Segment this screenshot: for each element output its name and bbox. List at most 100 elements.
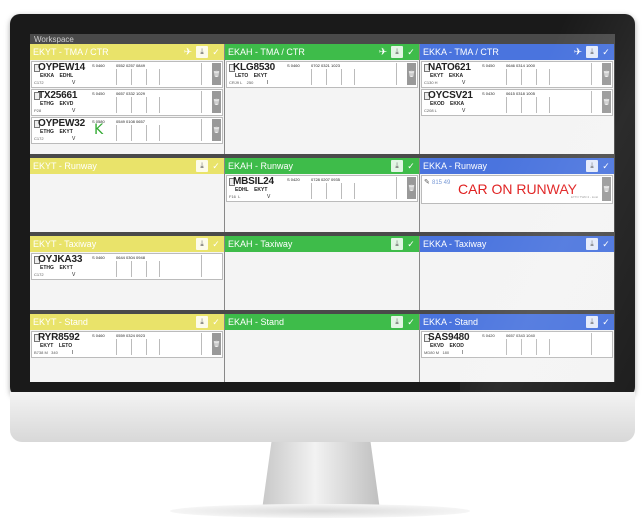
download-icon[interactable]: ⤓ (586, 46, 598, 58)
trash-icon[interactable]: 🗑 (212, 333, 221, 355)
monitor-stand (262, 442, 380, 510)
trash-icon[interactable]: 🗑 (212, 91, 221, 113)
flight-strip[interactable]: RYR8592 EKYT LETO B738 M 340 S 0460 0559… (31, 331, 223, 358)
flight-strip[interactable]: OYCSV21 EKOD EKKA C208 L S 0430 0615 031… (421, 89, 613, 116)
runway-alert-strip[interactable]: ✎ 815 49 CAR ON RUNWAY ETTO TWR-3 - loca… (421, 175, 613, 204)
bay-title: EKYT - Stand (33, 317, 88, 327)
download-icon[interactable]: ⤓ (391, 238, 403, 250)
check-icon[interactable]: ✓ (210, 238, 222, 250)
strip-tag (591, 333, 600, 355)
aircraft-type: B738 M 340 (34, 350, 58, 355)
route: EKVD EKOD (430, 343, 464, 349)
flight-rule: V (72, 136, 76, 142)
times: 0657 0343 1040 (506, 333, 535, 338)
check-icon[interactable]: ✓ (600, 238, 612, 250)
aircraft-type: P28 (34, 108, 42, 113)
callsign: TX25661 (38, 90, 78, 101)
check-icon[interactable]: ✓ (600, 160, 612, 172)
flight-strip[interactable]: OYJKA33 ETHG EKYT C172 S 0460 0644 0304 … (31, 253, 223, 280)
bay-header: EKYT - TMA / CTR ✈ ⤓ ✓ (30, 44, 224, 60)
bay-title: EKKA - TMA / CTR (423, 47, 499, 57)
download-icon[interactable]: ⤓ (196, 238, 208, 250)
flight-strip[interactable]: MBSIL24 EDHL EKYT F16 L S 0420 0728 0207… (226, 175, 418, 202)
download-icon[interactable]: ⤓ (196, 316, 208, 328)
flight-strip[interactable]: OYPEW14 EKKA EDHL C172 S 0460 0552 0257 … (31, 61, 223, 88)
callsign: OYCSV21 (428, 90, 473, 101)
trash-icon[interactable]: 🗑 (602, 63, 611, 85)
trash-icon[interactable]: 🗑 (212, 63, 221, 85)
trash-icon[interactable]: 🗑 (407, 63, 416, 85)
bay-title: EKAH - Runway (228, 161, 294, 171)
bay-ekah-stand: EKAH - Stand ⤓ ✓ (225, 314, 420, 382)
strip-grid (311, 183, 355, 199)
flight-rule: I (72, 350, 74, 356)
airplane-icon[interactable]: ✈ (377, 46, 389, 58)
bay-ekka-runway: EKKA - Runway ⤓ ✓ ✎ 815 49 CAR ON RUNWAY… (420, 158, 614, 232)
strip-tag (396, 177, 405, 199)
aircraft-type: MD80 M 180 (424, 350, 450, 355)
bay-title: EKYT - Taxiway (33, 239, 97, 249)
times: 0728 0207 0935 (311, 177, 340, 182)
check-icon[interactable]: ✓ (405, 238, 417, 250)
callsign: OYJKA33 (38, 254, 83, 265)
strip-grid (116, 97, 160, 113)
bay-header: EKYT - Taxiway ⤓ ✓ (30, 236, 224, 252)
download-icon[interactable]: ⤓ (586, 238, 598, 250)
times: 0646 0314 1000 (506, 63, 535, 68)
download-icon[interactable]: ⤓ (196, 160, 208, 172)
times: 0552 0257 0849 (116, 63, 145, 68)
trash-icon[interactable]: 🗑 (602, 91, 611, 113)
bay-title: EKKA - Runway (423, 161, 488, 171)
download-icon[interactable]: ⤓ (391, 160, 403, 172)
bay-header: EKYT - Runway ⤓ ✓ (30, 158, 224, 174)
bay-header: EKAH - Stand ⤓ ✓ (225, 314, 419, 330)
flight-rule: V (267, 194, 271, 200)
check-icon[interactable]: ✓ (210, 160, 222, 172)
airplane-icon[interactable]: ✈ (572, 46, 584, 58)
workspace-label: Workspace (34, 35, 74, 44)
bay-title: EKKA - Taxiway (423, 239, 487, 249)
squawk: S 0460 (92, 255, 105, 260)
flight-strip[interactable]: KLG8530 LETO EKYT CRJ9 L 250 S 0460 0702… (226, 61, 418, 88)
pencil-icon[interactable]: ✎ (424, 178, 430, 186)
download-icon[interactable]: ⤓ (586, 316, 598, 328)
flight-strip[interactable]: OYPEW32 ETHG EKYT C172 S 0580 0549 0108 … (31, 117, 223, 144)
alert-note: ETTO TWR-3 - local (570, 195, 598, 199)
strip-grid (506, 97, 550, 113)
times: 0702 0321 1023 (311, 63, 340, 68)
flight-strip[interactable]: TX25661 ETHG EKVD P28 S 0450 0657 0332 1… (31, 89, 223, 116)
check-icon[interactable]: ✓ (405, 316, 417, 328)
trash-icon[interactable]: 🗑 (212, 119, 221, 141)
bay-header: EKKA - TMA / CTR ✈ ⤓ ✓ (420, 44, 614, 60)
airplane-icon[interactable]: ✈ (182, 46, 194, 58)
download-icon[interactable]: ⤓ (391, 316, 403, 328)
strip-tag (201, 255, 210, 277)
strip-tag (201, 119, 210, 141)
strip-grid (506, 69, 550, 85)
flight-rule: V (462, 108, 466, 114)
squawk: S 0420 (287, 177, 300, 182)
check-icon[interactable]: ✓ (600, 316, 612, 328)
route: EDHL EKYT (235, 187, 268, 193)
trash-icon[interactable]: 🗑 (602, 177, 611, 201)
aircraft-type: C172 (34, 136, 44, 141)
aircraft-type: CRJ9 L 250 (229, 80, 254, 85)
check-icon[interactable]: ✓ (210, 46, 222, 58)
bay-ekyt-runway: EKYT - Runway ⤓ ✓ (30, 158, 225, 232)
check-icon[interactable]: ✓ (210, 316, 222, 328)
check-icon[interactable]: ✓ (405, 160, 417, 172)
aircraft-type: C172 (34, 272, 44, 277)
strip-tag (201, 91, 210, 113)
route: EKKA EDHL (40, 73, 74, 79)
download-icon[interactable]: ⤓ (391, 46, 403, 58)
times: 0559 0324 0923 (116, 333, 145, 338)
download-icon[interactable]: ⤓ (586, 160, 598, 172)
flight-strip[interactable]: SAS9480 EKVD EKOD MD80 M 180 S 0420 0657… (421, 331, 613, 358)
monitor-stand-base (170, 504, 470, 518)
trash-icon[interactable]: 🗑 (407, 177, 416, 199)
flight-strip[interactable]: NATO621 EKYT EKKA C130 H S 0450 0646 031… (421, 61, 613, 88)
check-icon[interactable]: ✓ (405, 46, 417, 58)
check-icon[interactable]: ✓ (600, 46, 612, 58)
download-icon[interactable]: ⤓ (196, 46, 208, 58)
bay-ekka-stand: EKKA - Stand ⤓ ✓ SAS9480 EKVD EKOD MD80 … (420, 314, 614, 382)
